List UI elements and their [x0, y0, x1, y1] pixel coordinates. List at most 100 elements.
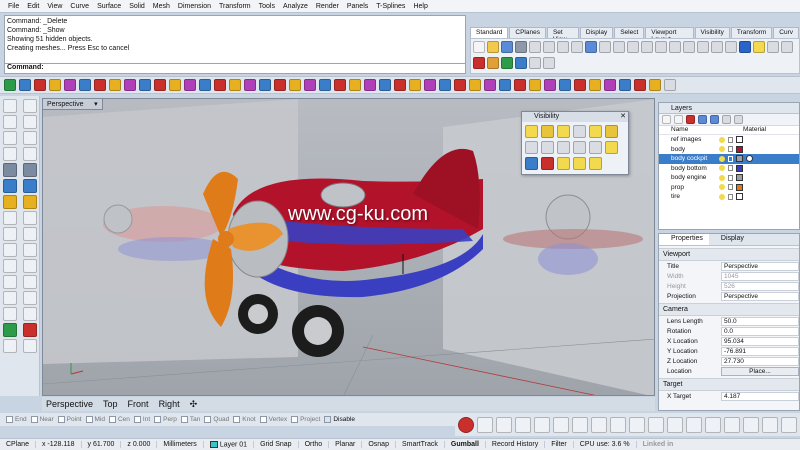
menu-render[interactable]: Render: [312, 3, 343, 10]
unisolate-icon[interactable]: [605, 125, 618, 138]
extrude-surface-icon[interactable]: [23, 163, 37, 177]
rotate-view-icon[interactable]: [613, 41, 625, 53]
globe-icon[interactable]: [496, 416, 512, 433]
rectangle-icon[interactable]: [3, 147, 17, 161]
menu-view[interactable]: View: [43, 3, 66, 10]
fillet-edge-icon[interactable]: [3, 211, 17, 225]
lock-swap-icon[interactable]: [557, 141, 570, 154]
array-tool-icon[interactable]: [23, 291, 37, 305]
grid-snap-toggle[interactable]: Grid Snap: [254, 441, 299, 448]
lock-icon[interactable]: [728, 155, 733, 162]
boolean-icon[interactable]: [184, 79, 196, 91]
symmetry-icon[interactable]: [424, 79, 436, 91]
lightbulb-icon[interactable]: [719, 193, 725, 200]
cplane-status[interactable]: CPlane: [0, 441, 36, 448]
symmetry-toggle-icon[interactable]: [743, 416, 759, 433]
lightbulb-icon[interactable]: [719, 155, 725, 162]
lightbulb-icon[interactable]: [719, 174, 725, 181]
menu-panels[interactable]: Panels: [343, 3, 372, 10]
rotate-tool-icon[interactable]: [3, 275, 17, 289]
select-objects-icon[interactable]: [629, 416, 645, 433]
pipe-icon[interactable]: [499, 79, 511, 91]
pan-hand-icon[interactable]: [599, 41, 611, 53]
new-layer-icon[interactable]: [662, 115, 671, 124]
layer-row-selected[interactable]: body cockpit: [659, 154, 799, 164]
close-icon[interactable]: ✕: [620, 112, 626, 122]
mirror-tool-icon[interactable]: [3, 291, 17, 305]
options-icon[interactable]: [529, 57, 541, 69]
perspective-viewport[interactable]: Perspective ▾ www.cg-ku.com Visibility ✕: [42, 98, 655, 396]
show-icon[interactable]: [525, 125, 538, 138]
layer-color-swatch[interactable]: [736, 155, 743, 163]
tab-perspective[interactable]: Perspective: [46, 399, 93, 409]
delete-layer-icon[interactable]: [686, 115, 695, 124]
match-icon[interactable]: [469, 79, 481, 91]
text-icon[interactable]: [23, 307, 37, 321]
menu-analyze[interactable]: Analyze: [279, 3, 312, 10]
new-sublayer-icon[interactable]: [674, 115, 683, 124]
x-target-field[interactable]: 4.187: [721, 391, 799, 401]
osnap-cen[interactable]: Cen: [108, 416, 130, 423]
record-history-toggle[interactable]: Record History: [486, 441, 546, 448]
target-icon[interactable]: [477, 416, 493, 433]
material-sphere-icon[interactable]: [746, 155, 753, 163]
select-vertices-icon[interactable]: [610, 416, 626, 433]
unlock-selected-icon[interactable]: [589, 141, 602, 154]
copy-tool-icon[interactable]: [23, 259, 37, 273]
rotate-icon[interactable]: [319, 79, 331, 91]
append-icon[interactable]: [514, 79, 526, 91]
lock-icon[interactable]: [728, 136, 733, 143]
lock-icon[interactable]: [525, 141, 538, 154]
gumball-toggle[interactable]: Gumball: [445, 441, 486, 448]
trim-icon[interactable]: [214, 79, 226, 91]
menu-file[interactable]: File: [4, 3, 23, 10]
split-tool-icon[interactable]: [23, 227, 37, 241]
lock-icon[interactable]: [728, 184, 733, 191]
world-axis-icon[interactable]: [648, 416, 664, 433]
refresh-icon[interactable]: [4, 79, 16, 91]
select-faces-icon[interactable]: [572, 416, 588, 433]
filter-toggle[interactable]: Filter: [545, 441, 574, 448]
zoom-extents-icon[interactable]: [655, 41, 667, 53]
grow-selection-icon[interactable]: [589, 79, 601, 91]
sphere-icon[interactable]: [515, 57, 527, 69]
tab-curve[interactable]: Curv: [773, 27, 799, 38]
display-mode-icon[interactable]: [762, 416, 778, 433]
menu-edit[interactable]: Edit: [23, 3, 43, 10]
history-icon[interactable]: [3, 339, 17, 353]
add-view-icon[interactable]: ✣: [190, 399, 198, 410]
zoom-icon[interactable]: [627, 41, 639, 53]
osnap-end[interactable]: End: [6, 416, 27, 423]
zoom-selected-icon[interactable]: [669, 41, 681, 53]
dimension-icon[interactable]: [3, 307, 17, 321]
isolate-icon[interactable]: [589, 125, 602, 138]
material-icon[interactable]: [487, 57, 499, 69]
unlock-icon[interactable]: [541, 141, 554, 154]
z-location-field[interactable]: 27.730: [721, 356, 799, 366]
boolean-union-icon[interactable]: [3, 195, 17, 209]
osnap-perp[interactable]: Perp: [154, 416, 177, 423]
move-down-icon[interactable]: [710, 115, 719, 124]
lightbulb-icon[interactable]: [719, 184, 725, 191]
osnap-mid[interactable]: Mid: [85, 416, 105, 423]
join-icon[interactable]: [229, 79, 241, 91]
x-location-field[interactable]: 95.034: [721, 336, 799, 346]
repair-icon[interactable]: [454, 79, 466, 91]
lightbulb-icon[interactable]: [719, 136, 725, 143]
tab-set-view[interactable]: Set View: [546, 27, 579, 43]
new-file-icon[interactable]: [473, 41, 485, 53]
layer-color-swatch[interactable]: [736, 183, 743, 191]
layer-color-swatch[interactable]: [736, 174, 743, 182]
thicken-icon[interactable]: [409, 79, 421, 91]
snap-cursor-icon[interactable]: [686, 416, 702, 433]
tab-cplanes[interactable]: CPlanes: [509, 27, 546, 38]
plane-surface-icon[interactable]: [3, 163, 17, 177]
environment-icon[interactable]: [501, 57, 513, 69]
lock-icon[interactable]: [728, 165, 733, 172]
grid-icon[interactable]: [725, 41, 737, 53]
select-ring-icon[interactable]: [574, 79, 586, 91]
select-loop-icon[interactable]: [559, 79, 571, 91]
tab-transform[interactable]: Transform: [730, 27, 773, 38]
loft-icon[interactable]: [109, 79, 121, 91]
join-tool-icon[interactable]: [3, 243, 17, 257]
